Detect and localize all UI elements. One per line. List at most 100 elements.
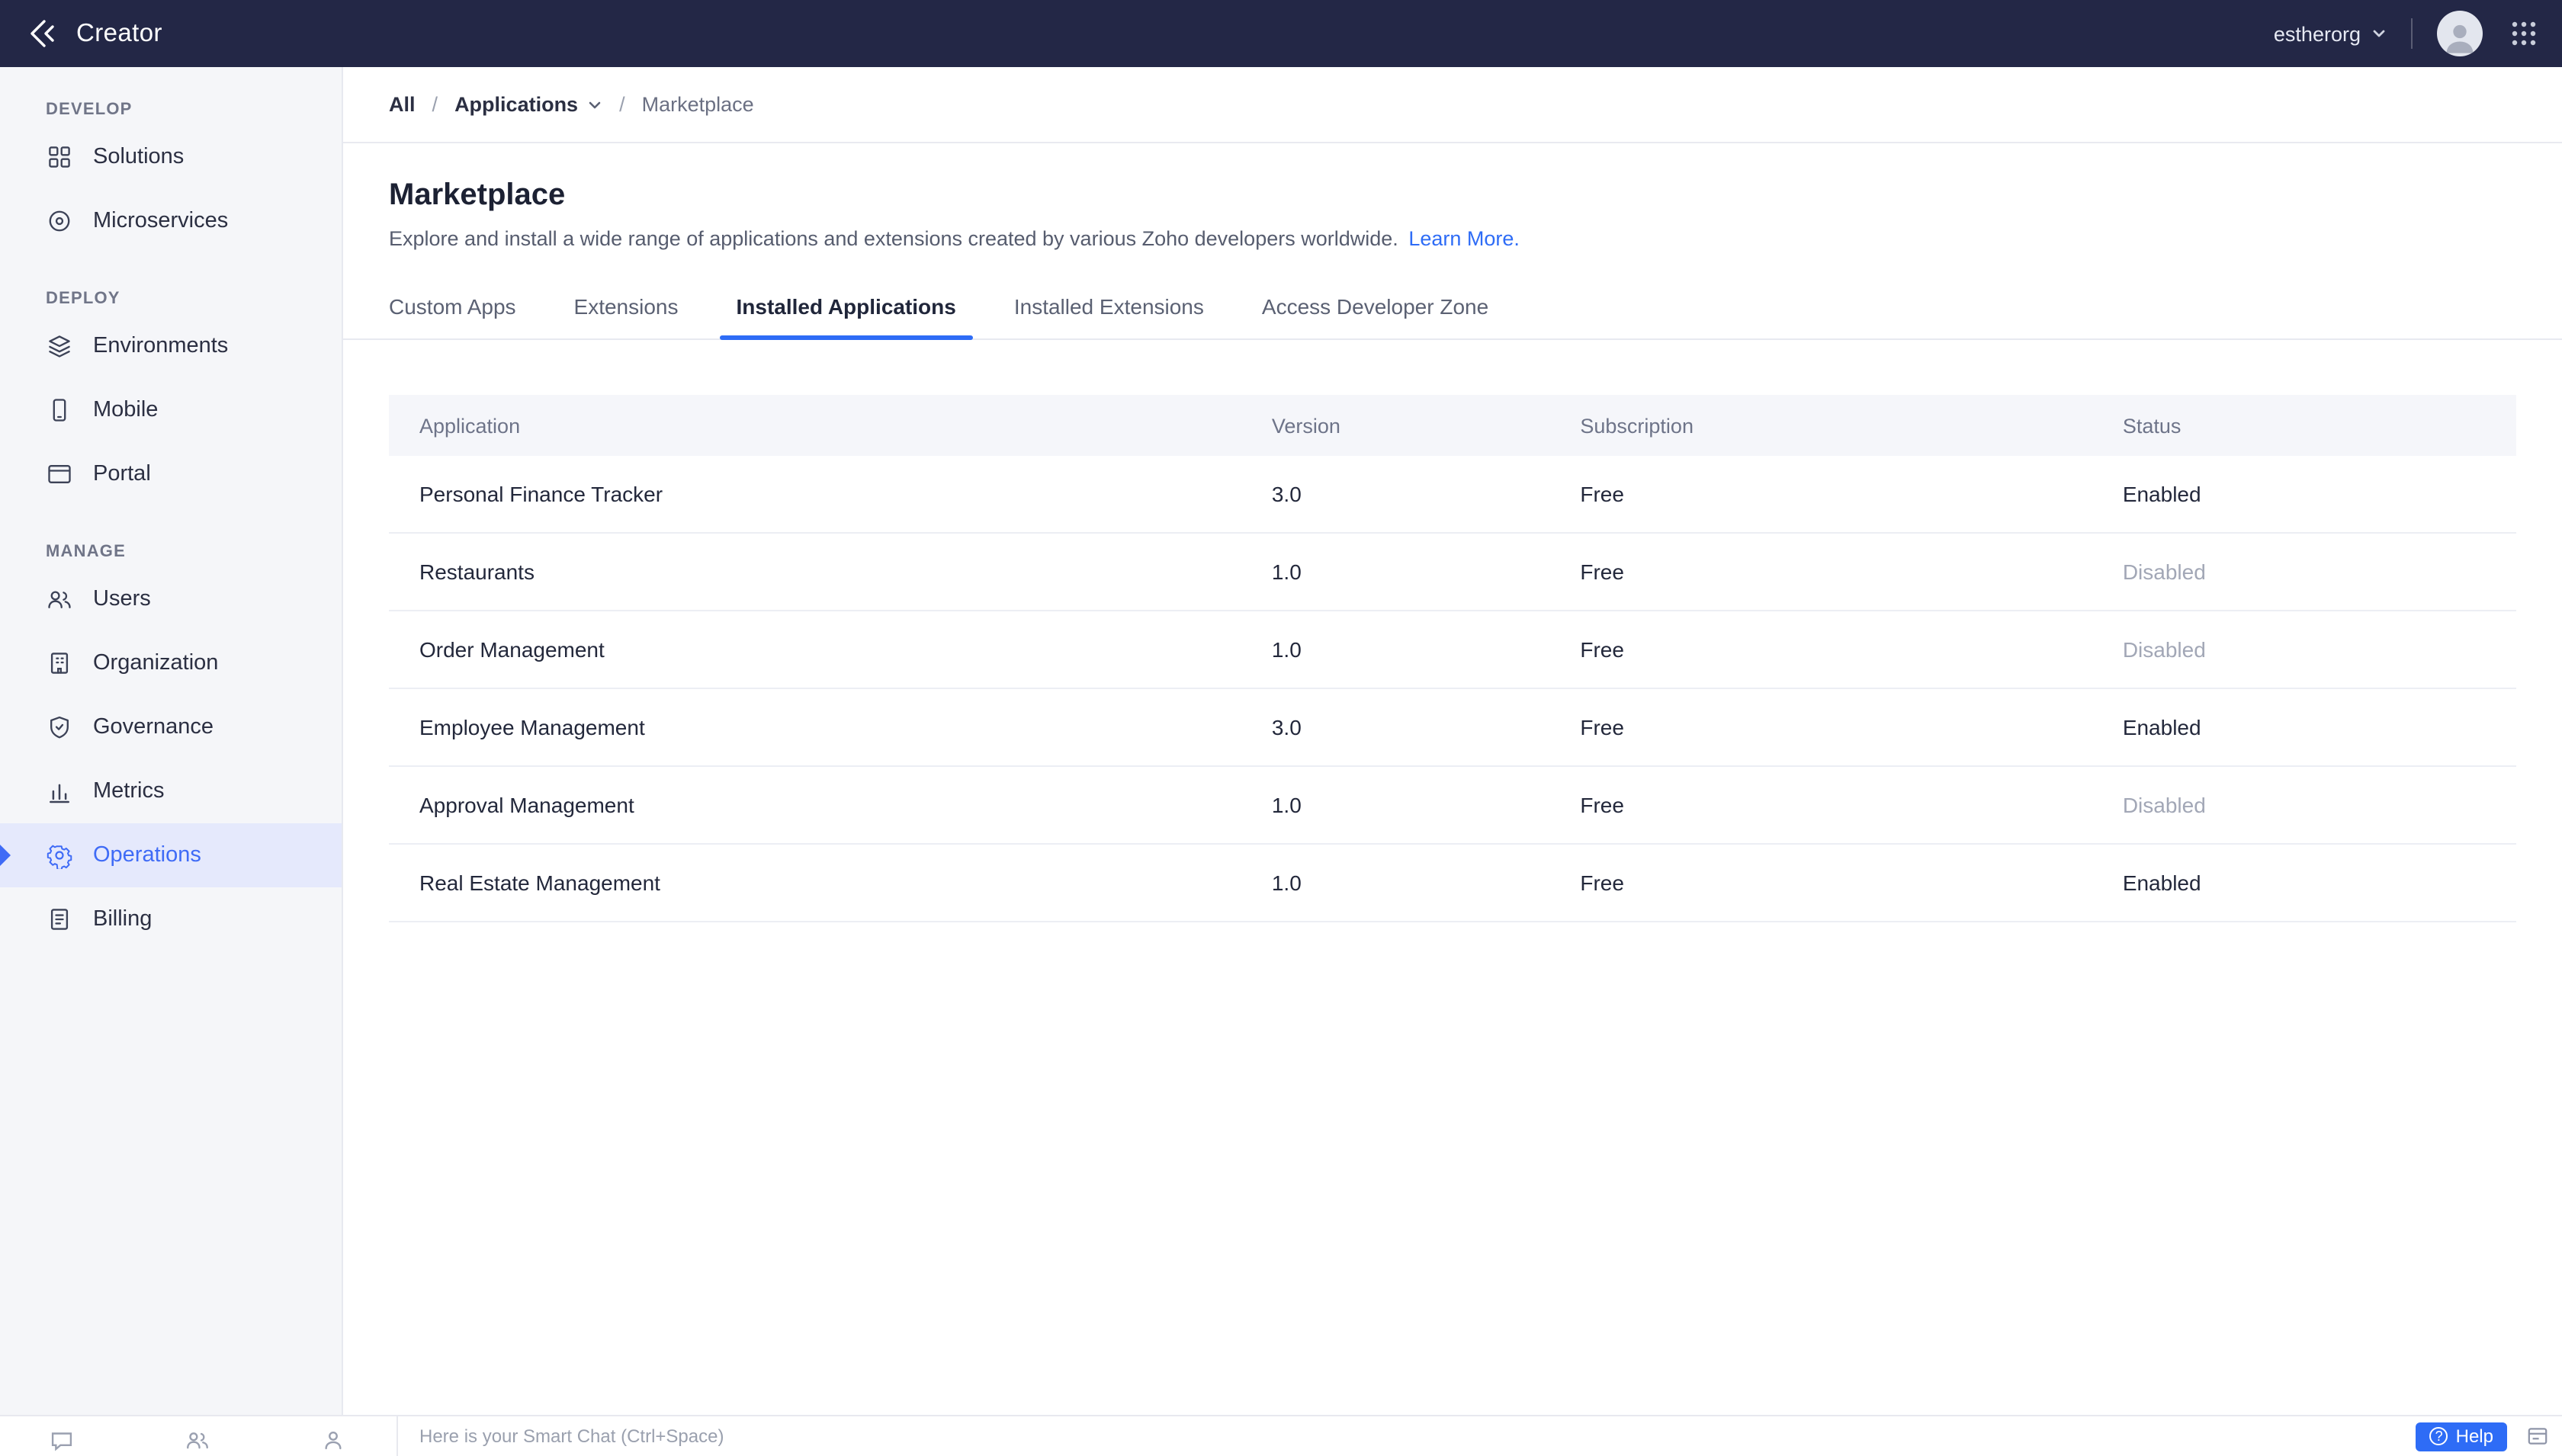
apps-grid-icon[interactable] — [2510, 20, 2538, 47]
sidebar-item-solutions[interactable]: Solutions — [0, 125, 342, 189]
table-row[interactable]: Approval Management 1.0 Free Disabled — [389, 766, 2516, 845]
table-row[interactable]: Personal Finance Tracker 3.0 Free Enable… — [389, 456, 2516, 534]
sidebar-item-environments[interactable]: Environments — [0, 314, 342, 378]
tab-extensions[interactable]: Extensions — [557, 291, 695, 338]
status-badge: Enabled — [2122, 688, 2516, 767]
table-row[interactable]: Employee Management 3.0 Free Enabled — [389, 688, 2516, 767]
question-mark-icon: ? — [2429, 1427, 2448, 1445]
breadcrumb-applications[interactable]: Applications — [454, 93, 602, 116]
topbar-divider — [2411, 18, 2413, 49]
page-description-text: Explore and install a wide range of appl… — [389, 227, 1398, 250]
tab-installed-extensions[interactable]: Installed Extensions — [997, 291, 1221, 338]
status-badge: Disabled — [2122, 766, 2516, 845]
table-row[interactable]: Order Management 1.0 Free Disabled — [389, 611, 2516, 689]
sidebar-item-label: Metrics — [93, 779, 165, 803]
microservices-icon — [46, 207, 73, 235]
app-window: Creator estherorg DEVELOP Solutions Micr… — [0, 0, 2562, 1456]
sidebar-item-label: Governance — [93, 715, 214, 739]
chevron-down-icon — [2371, 26, 2387, 41]
sidebar-item-governance[interactable]: Governance — [0, 695, 342, 759]
sidebar-item-label: Environments — [93, 334, 229, 358]
cell-application: Employee Management — [389, 688, 1272, 767]
sidebar-item-label: Organization — [93, 651, 219, 675]
table-row[interactable]: Restaurants 1.0 Free Disabled — [389, 533, 2516, 611]
section-label-manage: MANAGE — [46, 543, 126, 561]
breadcrumb-all[interactable]: All — [389, 93, 416, 116]
section-label-deploy: DEPLOY — [46, 290, 120, 308]
sidebar-item-label: Portal — [93, 462, 151, 486]
solutions-grid-icon — [46, 143, 73, 171]
cell-version: 1.0 — [1271, 611, 1581, 689]
sidebar-item-billing[interactable]: Billing — [0, 887, 342, 951]
sidebar-item-mobile[interactable]: Mobile — [0, 378, 342, 442]
status-badge: Disabled — [2122, 611, 2516, 689]
status-badge: Enabled — [2122, 844, 2516, 922]
breadcrumb-separator: / — [432, 93, 438, 116]
bar-chart-icon — [46, 778, 73, 805]
status-badge: Enabled — [2122, 456, 2516, 534]
cell-application: Order Management — [389, 611, 1272, 689]
cell-subscription: Free — [1580, 766, 2123, 845]
installed-applications-table: Application Version Subscription Status … — [389, 395, 2516, 922]
sidebar-item-portal[interactable]: Portal — [0, 442, 342, 506]
user-avatar[interactable] — [2437, 11, 2483, 56]
cell-version: 1.0 — [1271, 533, 1581, 611]
cell-application: Approval Management — [389, 766, 1272, 845]
contact-icon[interactable] — [320, 1427, 346, 1453]
feedback-icon[interactable] — [2525, 1424, 2550, 1448]
cell-subscription: Free — [1580, 688, 2123, 767]
cell-version: 1.0 — [1271, 766, 1581, 845]
sidebar-item-users[interactable]: Users — [0, 567, 342, 631]
sidebar-item-label: Billing — [93, 907, 152, 932]
tab-custom-apps[interactable]: Custom Apps — [372, 291, 533, 338]
cell-version: 1.0 — [1271, 844, 1581, 922]
column-header-version: Version — [1271, 395, 1581, 456]
footer-right: ? Help — [2416, 1416, 2562, 1456]
users-icon — [46, 585, 73, 613]
column-header-status: Status — [2122, 395, 2516, 456]
breadcrumb-separator: / — [619, 93, 625, 116]
sidebar-item-label: Microservices — [93, 209, 229, 233]
app-name: Creator — [76, 19, 162, 47]
sidebar-item-label: Users — [93, 587, 151, 611]
cell-application: Personal Finance Tracker — [389, 456, 1272, 534]
chevron-down-icon[interactable] — [587, 97, 602, 112]
footer-dock — [0, 1416, 396, 1456]
cell-application: Real Estate Management — [389, 844, 1272, 922]
tab-access-developer-zone[interactable]: Access Developer Zone — [1245, 291, 1505, 338]
smart-chat-input[interactable] — [398, 1424, 2416, 1448]
community-icon[interactable] — [185, 1427, 210, 1453]
help-button[interactable]: ? Help — [2416, 1422, 2507, 1451]
building-icon — [46, 649, 73, 677]
sidebar-item-organization[interactable]: Organization — [0, 631, 342, 695]
column-header-subscription: Subscription — [1580, 395, 2123, 456]
sidebar-item-operations[interactable]: Operations — [0, 823, 342, 887]
org-switcher[interactable]: estherorg — [2274, 22, 2387, 45]
gear-icon — [46, 842, 73, 869]
page-title: Marketplace — [389, 178, 566, 212]
creator-logo-icon — [24, 15, 61, 52]
main-panel: All / Applications / Marketplace Marketp… — [343, 67, 2562, 1416]
layers-icon — [46, 332, 73, 360]
browser-window-icon — [46, 460, 73, 488]
footer-bar: ? Help — [0, 1415, 2562, 1456]
learn-more-link[interactable]: Learn More. — [1408, 227, 1520, 250]
cell-version: 3.0 — [1271, 456, 1581, 534]
section-label-develop: DEVELOP — [46, 101, 133, 119]
sidebar-item-microservices[interactable]: Microservices — [0, 189, 342, 253]
sidebar-item-metrics[interactable]: Metrics — [0, 759, 342, 823]
tab-installed-applications[interactable]: Installed Applications — [719, 291, 974, 340]
sidebar: DEVELOP Solutions Microservices DEPLOY E… — [0, 67, 343, 1456]
sidebar-item-label: Mobile — [93, 398, 159, 422]
cell-subscription: Free — [1580, 844, 2123, 922]
shield-check-icon — [46, 714, 73, 741]
sidebar-item-label: Solutions — [93, 145, 185, 169]
support-icon[interactable] — [49, 1427, 75, 1453]
phone-icon — [46, 396, 73, 424]
cell-version: 3.0 — [1271, 688, 1581, 767]
sidebar-item-label: Operations — [93, 843, 201, 868]
cell-subscription: Free — [1580, 533, 2123, 611]
app-logo-group[interactable]: Creator — [24, 15, 162, 52]
table-row[interactable]: Real Estate Management 1.0 Free Enabled — [389, 844, 2516, 922]
cell-subscription: Free — [1580, 611, 2123, 689]
